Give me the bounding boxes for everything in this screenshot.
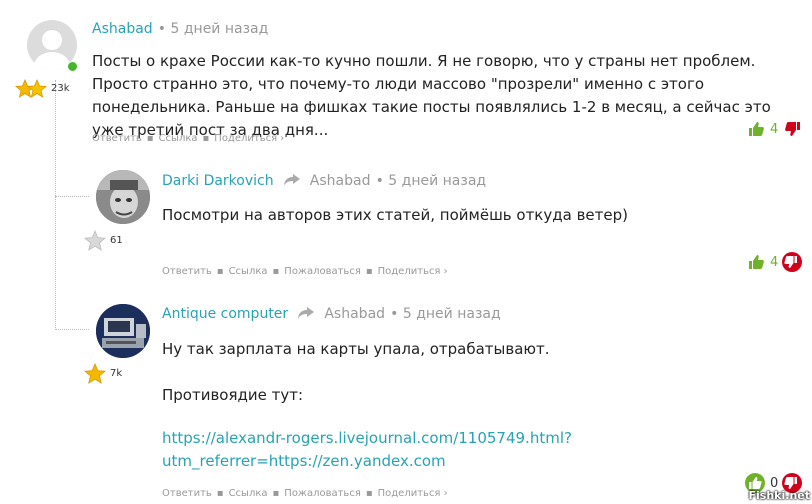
comment-time[interactable]: 5 дней назад: [388, 173, 486, 189]
computer-photo-avatar: [96, 304, 150, 358]
site-watermark: Fishki.net: [748, 489, 810, 502]
share-link[interactable]: Поделиться ›: [378, 266, 448, 277]
thread-line: [55, 80, 56, 330]
dot-separator: ▪: [216, 488, 224, 499]
avatar[interactable]: [96, 304, 150, 358]
bullet-separator: •: [375, 173, 389, 189]
dislike-button[interactable]: [782, 252, 802, 272]
author-name[interactable]: Antique computer: [162, 306, 288, 322]
dot-separator: ▪: [202, 133, 210, 144]
reply-link[interactable]: Ответить: [162, 266, 212, 277]
comment-text: Ну так зарплата на карты упала, отрабаты…: [162, 340, 550, 358]
comment-text: Противоядие тут:: [162, 386, 304, 404]
reply-to-name[interactable]: Ashabad: [324, 306, 385, 322]
author-rating: 7k: [110, 368, 123, 379]
comment-link[interactable]: utm_referrer=https://zen.yandex.com: [162, 452, 446, 470]
dot-separator: ▪: [272, 266, 280, 277]
report-link[interactable]: Пожаловаться: [284, 266, 361, 277]
dot-separator: ▪: [365, 266, 373, 277]
share-link[interactable]: Поделиться ›: [378, 488, 448, 499]
reply-to-name[interactable]: Ashabad: [310, 173, 371, 189]
permalink-link[interactable]: Ссылка: [229, 488, 268, 499]
reply-arrow-icon: [297, 305, 315, 324]
comment-text: Посмотри на авторов этих статей, поймёшь…: [162, 206, 628, 224]
thumbs-down-icon: [785, 122, 800, 136]
reply-link[interactable]: Ответить: [92, 133, 142, 144]
bullet-separator: •: [157, 21, 171, 37]
like-button[interactable]: [748, 254, 764, 274]
thread-branch-2: [55, 329, 89, 330]
dot-separator: ▪: [146, 133, 154, 144]
reply-arrow-icon: [283, 172, 301, 191]
thread-branch-1: [55, 196, 89, 197]
comment-link[interactable]: https://alexandr-rogers.livejournal.com/…: [162, 429, 572, 447]
rank-star-icon: [83, 229, 107, 256]
reply-link[interactable]: Ответить: [162, 488, 212, 499]
like-button[interactable]: [748, 121, 764, 141]
dot-separator: ▪: [272, 488, 280, 499]
dislike-button[interactable]: [785, 121, 801, 141]
comment-time[interactable]: 5 дней назад: [403, 306, 501, 322]
comment-text: Посты о крахе России как-то кучно пошли.…: [92, 52, 771, 139]
comment-time[interactable]: 5 дней назад: [171, 21, 269, 37]
report-link[interactable]: Пожаловаться: [284, 488, 361, 499]
dot-separator: ▪: [365, 488, 373, 499]
thumbs-down-icon: [784, 256, 797, 268]
rank-star-icon: [83, 362, 107, 389]
permalink-link[interactable]: Ссылка: [229, 266, 268, 277]
dot-separator: ▪: [216, 266, 224, 277]
thumbs-up-icon: [749, 255, 764, 269]
user-photo-avatar: [96, 170, 150, 224]
vote-count: 4: [770, 255, 779, 270]
online-indicator: [67, 61, 78, 72]
permalink-link[interactable]: Ссылка: [159, 133, 198, 144]
thumbs-up-icon: [749, 122, 764, 136]
author-name[interactable]: Darki Darkovich: [162, 173, 274, 189]
vote-count: 4: [770, 122, 779, 137]
rank-stars-icon: [14, 78, 48, 104]
bullet-separator: •: [390, 306, 403, 322]
avatar[interactable]: [96, 170, 150, 224]
share-link[interactable]: Поделиться ›: [214, 133, 284, 144]
author-rating: 23k: [51, 83, 70, 94]
author-name[interactable]: Ashabad: [92, 21, 153, 37]
author-rating: 61: [110, 235, 123, 246]
